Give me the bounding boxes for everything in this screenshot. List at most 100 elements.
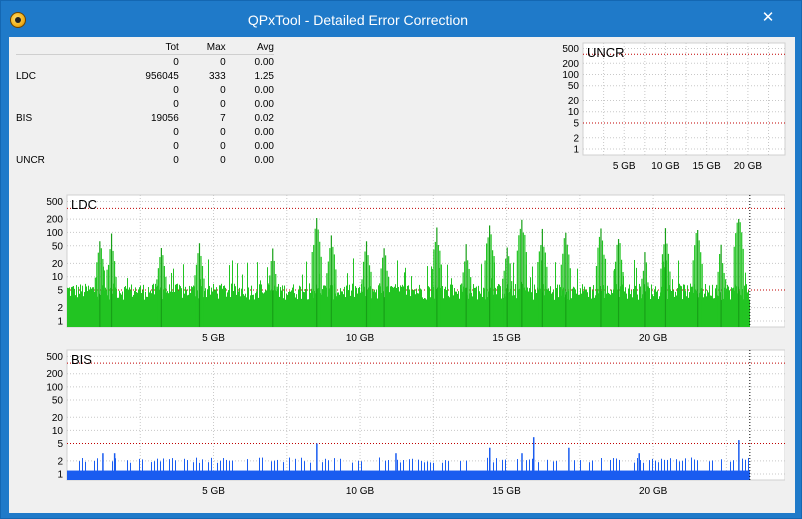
ldc-spike [524,234,526,327]
bis-bar [691,457,692,480]
ldc-bar [69,287,70,327]
bis-bar [94,460,95,480]
ldc-bar [343,294,344,327]
bis-bar [643,462,644,480]
stats-row: 0 0 0.00 [16,139,274,153]
ldc-bar [140,285,141,327]
ldc-bar [373,291,374,327]
ldc-bar [428,286,429,327]
ldc-spike [598,236,601,327]
ldc-bar [125,285,126,327]
ldc-bar [244,295,245,327]
ldc-bar [358,288,359,327]
bis-bar [601,458,602,480]
ldc-bar [404,272,405,327]
stats-tot: 19056 [150,112,179,124]
ldc-spike [722,263,724,327]
ldc-bar [84,292,85,327]
ldc-bar [88,285,89,327]
ldc-bar [672,279,673,327]
ldc-bar [593,285,594,327]
bis-bar [664,459,665,480]
ldc-bar [180,286,181,327]
bis-spike [738,440,740,480]
stats-avg: 0.02 [254,112,274,124]
ldc-spike [433,249,435,327]
bis-bar [262,457,263,480]
y-tick-label: 5 [57,439,63,450]
bis-bar [403,460,404,480]
ldc-bar [407,285,408,327]
ldc-spike [332,246,334,327]
bis-bar [619,459,620,480]
ldc-bar [673,290,674,327]
ldc-bar [424,297,425,327]
ldc-bar [236,294,237,327]
ldc-spike [269,275,271,327]
ldc-spike [692,260,694,327]
ldc-bar [587,292,588,327]
stats-row-label [16,83,96,97]
y-tick-label: 5 [573,118,579,129]
ldc-spike [518,235,520,327]
stats-tot: 0 [173,84,179,96]
title-bar[interactable]: QPxTool - Detailed Error Correction ✕ [1,1,801,37]
ldc-bar [675,291,676,327]
ldc-spike [695,233,697,327]
bis-bar [709,461,710,480]
bis-bar [460,461,461,480]
ldc-spike [157,268,159,327]
ldc-bar [633,289,634,327]
bis-bar [361,461,362,480]
ldc-spike [733,246,735,327]
stats-row-label [16,55,96,70]
ldc-bar [745,272,746,327]
ldc-bar [325,285,326,327]
ldc-spike [275,273,277,327]
ldc-bar [338,292,339,327]
ldc-spike [738,218,740,327]
ldc-bar [72,286,73,327]
bis-bar [697,460,698,480]
stats-max: 0 [220,56,226,68]
bis-bar [211,457,212,480]
bis-bar [694,459,695,480]
ldc-bar [707,290,708,327]
bis-bar [553,461,554,480]
ldc-spike [560,264,562,327]
bis-bar [547,459,548,480]
ldc-bar [190,292,191,327]
ldc-bar [477,299,478,327]
bis-spike [395,453,397,480]
bis-bar [334,458,335,480]
ldc-bar [262,292,263,327]
ldc-spike [543,246,545,327]
ldc-bar [295,297,296,327]
ldc-spike [327,261,329,327]
ldc-bar [417,293,418,327]
bis-bar [325,458,326,480]
ldc-bar [528,291,529,327]
ldc-bar [589,286,590,327]
ldc-bar [218,298,219,327]
bis-bar [652,458,653,480]
stats-tot: 0 [173,154,179,166]
bis-bar [667,459,668,480]
ldc-bar [709,285,710,327]
ldc-spike [502,278,504,327]
ldc-bar [408,285,409,327]
ldc-bar [350,295,351,327]
bis-spike [638,453,640,480]
y-tick-label: 20 [568,96,580,107]
ldc-bar [703,297,704,327]
y-tick-label: 2 [573,133,579,144]
ldc-bar [612,293,613,327]
ldc-bar [344,286,345,327]
ldc-bar [497,286,498,327]
close-button[interactable]: ✕ [745,8,791,28]
ldc-bar [286,293,287,327]
ldc-bar [155,283,156,327]
ldc-spike [492,250,494,327]
bis-bar [649,460,650,480]
bis-bar [574,460,575,480]
